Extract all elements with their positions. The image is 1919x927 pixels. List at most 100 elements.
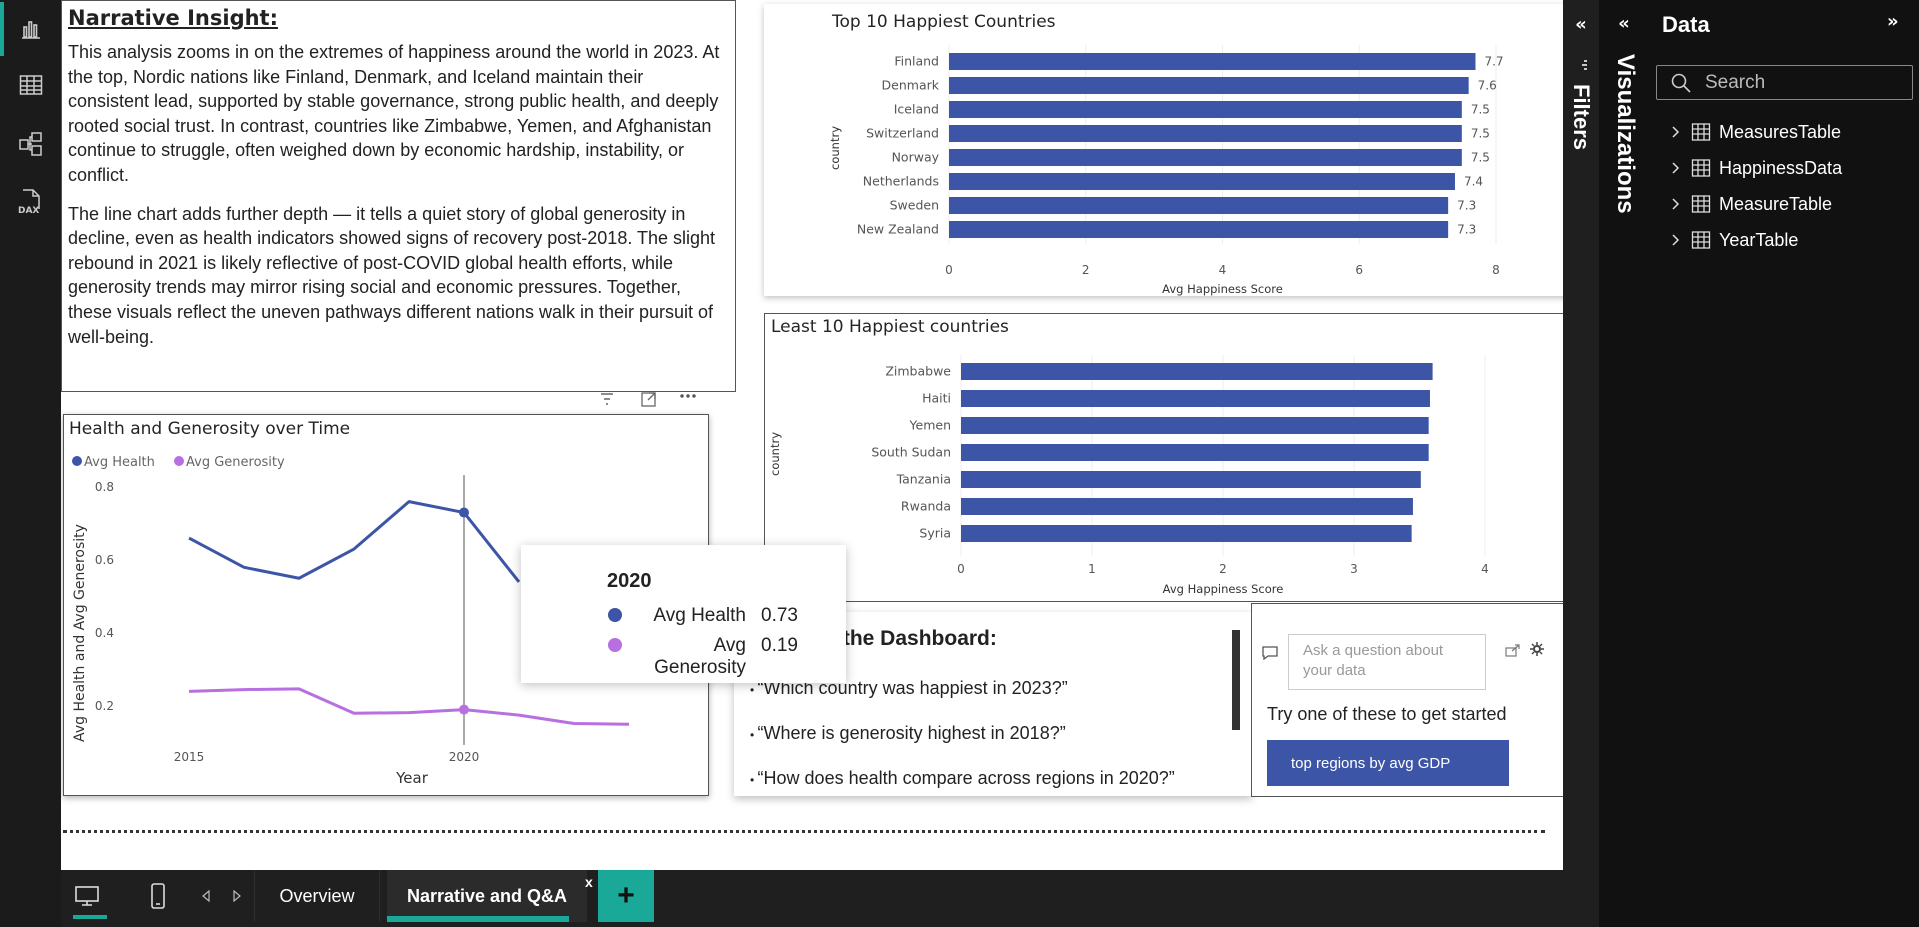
close-tab-icon[interactable]: x (585, 874, 593, 890)
qa-question-item: • “How does health compare across region… (750, 768, 1230, 796)
qa-scrollbar[interactable] (1232, 630, 1240, 730)
bar[interactable] (961, 498, 1413, 515)
bar[interactable] (961, 525, 1412, 542)
collapse-visualizations-icon[interactable]: « (1599, 13, 1649, 34)
bar[interactable] (949, 221, 1449, 238)
x-tick-label: 3 (1350, 562, 1358, 576)
narrative-paragraph-1: This analysis zooms in on the extremes o… (68, 42, 720, 185)
data-label: 7.7 (1484, 55, 1503, 69)
dotted-divider (63, 830, 1545, 833)
x-tick-label: 4 (1481, 562, 1489, 576)
bar[interactable] (949, 53, 1476, 70)
bar[interactable] (961, 471, 1421, 488)
table-name: HappinessData (1719, 157, 1843, 178)
chevron-right-icon[interactable] (1671, 125, 1681, 139)
filter-icon[interactable] (601, 393, 613, 405)
dax-query-icon[interactable]: DAX (0, 173, 61, 231)
model-view-icon[interactable] (0, 115, 61, 173)
scroll-left-icon[interactable] (196, 870, 216, 922)
table-item[interactable]: MeasuresTable (1671, 118, 1841, 146)
view-switcher-rail: DAX (0, 0, 61, 927)
bar[interactable] (949, 149, 1462, 166)
x-tick-label: 0 (945, 263, 953, 277)
qa-question-text: “Where is generosity highest in 2018?” (757, 723, 1066, 743)
qa-visual[interactable]: Ask a question about your data Try one o… (1251, 603, 1598, 797)
bar[interactable] (961, 363, 1433, 380)
active-tab-indicator (387, 916, 569, 922)
bar[interactable] (961, 444, 1429, 461)
filter-lines-icon (1574, 58, 1588, 77)
x-tick-label: 2 (1082, 263, 1090, 277)
legend-label[interactable]: Avg Generosity (186, 455, 285, 470)
data-label: 7.6 (1478, 79, 1497, 93)
qa-question-input[interactable]: Ask a question about your data (1288, 634, 1486, 690)
table-item[interactable]: MeasureTable (1671, 190, 1832, 218)
y-axis-title: country (828, 126, 842, 170)
report-canvas: Narrative Insight: This analysis zooms i… (61, 0, 1598, 870)
series-line[interactable] (188, 500, 521, 583)
table-name: MeasuresTable (1719, 121, 1842, 142)
least10-chart-card[interactable]: Least 10 Happiest countries 0 1 2 3 4 Zimbabwe… (764, 313, 1598, 602)
dax-label: DAX (18, 206, 39, 216)
qa-suggestion-button[interactable]: top regions by avg GDP (1267, 740, 1509, 786)
table-icon (1691, 159, 1711, 177)
least10-bar-chart: Least 10 Happiest countries 0 1 2 3 4 Zimbabwe… (768, 317, 1598, 596)
more-options-icon[interactable] (680, 394, 696, 398)
series-line[interactable] (188, 687, 630, 726)
top10-bar-chart: Top 10 Happiest Countries 0 2 4 6 8 Finland 7.7… (828, 12, 1598, 296)
legend-swatch (174, 456, 184, 466)
bar[interactable] (961, 417, 1429, 434)
bar[interactable] (949, 101, 1462, 118)
x-axis-title: Year (395, 769, 429, 787)
scroll-right-icon[interactable] (227, 870, 247, 922)
collapse-data-icon[interactable]: » (1887, 11, 1899, 32)
bar[interactable] (949, 197, 1449, 214)
category-label: Haiti (922, 391, 951, 406)
mobile-layout-icon[interactable] (143, 870, 173, 922)
page-tab-bar: Overview Narrative and Q&A x + (61, 870, 1598, 927)
table-name: MeasureTable (1719, 193, 1833, 214)
category-label: Iceland (894, 102, 939, 117)
focus-mode-icon[interactable] (641, 392, 656, 407)
bar[interactable] (949, 77, 1469, 94)
tab-narrative-qa[interactable]: Narrative and Q&A (387, 870, 587, 922)
settings-icon[interactable] (1530, 642, 1544, 661)
data-pane: Data » Search MeasuresTable HappinessData… (1649, 0, 1919, 927)
search-input[interactable]: Search (1656, 65, 1913, 100)
bar[interactable] (949, 173, 1455, 190)
add-page-button[interactable]: + (598, 870, 654, 922)
table-icon (1691, 195, 1711, 213)
data-label: 7.3 (1457, 199, 1476, 213)
report-view-icon[interactable] (0, 0, 61, 58)
table-view-icon[interactable] (0, 56, 61, 114)
chart-title: Least 10 Happiest countries (771, 317, 1009, 337)
category-label: Yemen (909, 418, 951, 433)
expand-filters-icon[interactable]: « (1563, 14, 1599, 35)
bar[interactable] (961, 390, 1430, 407)
bar[interactable] (949, 125, 1462, 142)
filters-pane[interactable]: « Filters (1563, 0, 1599, 927)
category-label: Rwanda (901, 499, 951, 514)
table-item[interactable]: HappinessData (1671, 154, 1842, 182)
chevron-right-icon[interactable] (1671, 161, 1681, 175)
narrative-textbox[interactable]: Narrative Insight: This analysis zooms i… (61, 0, 736, 392)
legend-label[interactable]: Avg Health (84, 455, 155, 470)
tooltip-generosity-swatch (608, 638, 622, 652)
table-item[interactable]: YearTable (1671, 226, 1798, 254)
visualizations-pane[interactable]: « Visualizations (1599, 0, 1649, 927)
category-label: Norway (892, 150, 940, 165)
chart-title: Health and Generosity over Time (69, 419, 350, 439)
filters-label: Filters (1569, 84, 1594, 151)
chevron-right-icon[interactable] (1671, 233, 1681, 247)
narrative-heading: Narrative Insight: (68, 6, 278, 30)
category-label: Netherlands (863, 174, 939, 189)
top10-chart-card[interactable]: Top 10 Happiest Countries 0 2 4 6 8 Finland 7.7… (764, 4, 1598, 296)
data-pane-title: Data (1662, 12, 1710, 37)
share-icon[interactable] (1505, 643, 1521, 662)
tooltip-health-swatch (608, 608, 622, 622)
tab-overview[interactable]: Overview (254, 870, 380, 922)
chevron-right-icon[interactable] (1671, 197, 1681, 211)
category-label: Syria (919, 526, 951, 541)
legend-swatch (72, 456, 82, 466)
data-label: 7.5 (1471, 127, 1490, 141)
